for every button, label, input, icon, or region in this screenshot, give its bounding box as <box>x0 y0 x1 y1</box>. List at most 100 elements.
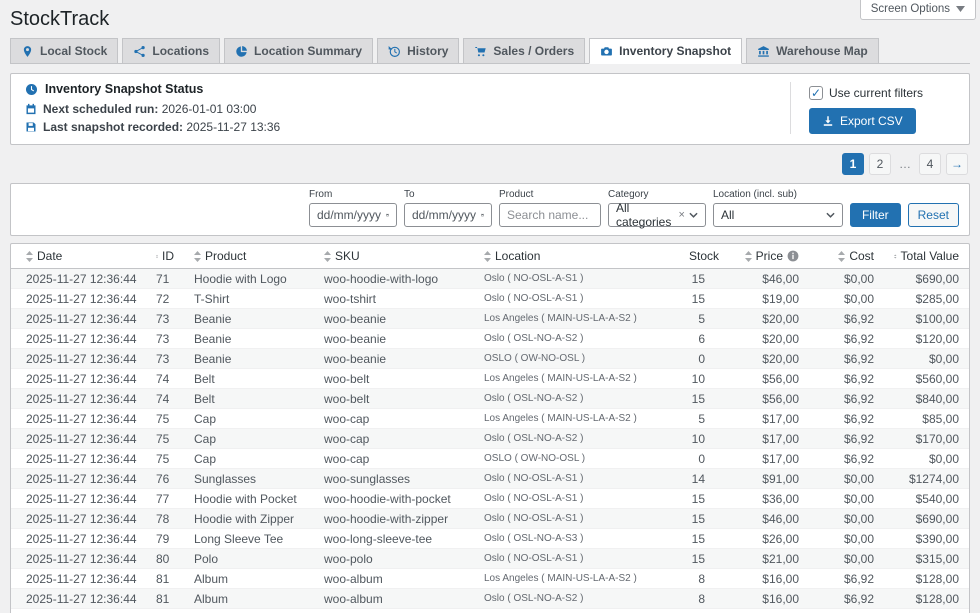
export-csv-button[interactable]: Export CSV <box>809 108 916 134</box>
table-row: 2025-11-27 12:36:4474Beltwoo-beltOslo ( … <box>11 389 969 409</box>
cell-price: $26,00 <box>729 529 809 549</box>
from-date-value: dd/mm/yyyy <box>317 208 381 222</box>
download-icon <box>822 115 834 127</box>
column-header-product[interactable]: Product <box>184 244 314 269</box>
page-button-1[interactable]: 1 <box>842 153 864 175</box>
next-page-button[interactable]: → <box>946 153 968 175</box>
cell-sku: woo-beanie <box>314 329 474 349</box>
sort-icon <box>484 251 491 262</box>
location-select[interactable]: All <box>713 203 843 227</box>
from-date-input[interactable]: dd/mm/yyyy <box>309 203 397 227</box>
product-search-input[interactable] <box>499 203 601 227</box>
tab-location-summary[interactable]: Location Summary <box>224 38 373 64</box>
cell-stock: 14 <box>679 469 729 489</box>
table-row: 2025-11-27 12:36:4472T-Shirtwoo-tshirtOs… <box>11 289 969 309</box>
cell-product: Cap <box>184 429 314 449</box>
page-button-2[interactable]: 2 <box>869 153 891 175</box>
tab-sales-orders[interactable]: Sales / Orders <box>463 38 585 64</box>
snapshot-table: Date ID Product SKU Location Stock Price… <box>11 244 969 613</box>
category-field: Category All categories × <box>608 189 706 227</box>
cell-location: Oslo ( OSL-NO-A-S2 ) <box>474 389 679 409</box>
cell-total: $0,00 <box>884 449 969 469</box>
tab-label: Locations <box>152 44 209 58</box>
snapshot-status-panel: Inventory Snapshot Status Next scheduled… <box>10 73 970 145</box>
column-header-location[interactable]: Location <box>474 244 679 269</box>
cell-cost: $6,92 <box>809 589 884 609</box>
export-section: Use current filters Export CSV <box>790 82 955 134</box>
column-header-id[interactable]: ID <box>146 244 184 269</box>
column-header-cost[interactable]: Cost <box>809 244 884 269</box>
category-select[interactable]: All categories × <box>608 203 706 227</box>
tab-locations[interactable]: Locations <box>122 38 220 64</box>
cell-sku: woo-hoodie-blue-logo <box>314 609 474 613</box>
tab-local-stock[interactable]: Local Stock <box>10 38 118 64</box>
cell-sku: woo-long-sleeve-tee <box>314 529 474 549</box>
table-row: 2025-11-27 12:36:4480Polowoo-poloOslo ( … <box>11 549 969 569</box>
cell-date: 2025-11-27 12:36:44 <box>11 509 146 529</box>
cell-price: $17,00 <box>729 409 809 429</box>
cell-price: $16,00 <box>729 569 809 589</box>
cell-id: 75 <box>146 409 184 429</box>
tab-warehouse-map[interactable]: Warehouse Map <box>746 38 879 64</box>
column-header-sku[interactable]: SKU <box>314 244 474 269</box>
to-date-input[interactable]: dd/mm/yyyy <box>404 203 492 227</box>
tab-inventory-snapshot[interactable]: Inventory Snapshot <box>589 38 742 64</box>
cell-total: $560,00 <box>884 369 969 389</box>
next-run-value: 2026-01-01 03:00 <box>162 102 257 116</box>
cell-total: $120,00 <box>884 329 969 349</box>
cell-date: 2025-11-27 12:36:44 <box>11 469 146 489</box>
cell-price: $91,00 <box>729 469 809 489</box>
use-current-filters-checkbox[interactable] <box>809 86 823 100</box>
cell-price: $16,00 <box>729 589 809 609</box>
price-info-icon[interactable] <box>787 250 799 262</box>
cell-total: $100,00 <box>884 309 969 329</box>
tab-history[interactable]: History <box>377 38 459 64</box>
cell-stock: 15 <box>679 269 729 289</box>
cell-sku: woo-cap <box>314 429 474 449</box>
cell-cost: $6,92 <box>809 429 884 449</box>
cell-id: 78 <box>146 509 184 529</box>
cell-location: OSLO ( OW-NO-OSL ) <box>474 349 679 369</box>
screen-options-button[interactable]: Screen Options <box>860 0 976 20</box>
column-header-total-value[interactable]: Total Value <box>884 244 969 269</box>
table-row: 2025-11-27 12:36:4481Albumwoo-albumOslo … <box>11 589 969 609</box>
cell-date: 2025-11-27 12:36:44 <box>11 529 146 549</box>
from-label: From <box>309 189 397 200</box>
cell-location: Oslo ( NO-OSL-A-S1 ) <box>474 549 679 569</box>
cell-total: $690,00 <box>884 269 969 289</box>
next-run-label: Next scheduled run: <box>43 102 158 116</box>
use-current-filters-row[interactable]: Use current filters <box>809 86 923 100</box>
cell-id: 80 <box>146 549 184 569</box>
cell-date: 2025-11-27 12:36:44 <box>11 549 146 569</box>
chevron-down-icon <box>826 212 835 218</box>
cell-product: Album <box>184 569 314 589</box>
cell-location: Los Angeles ( MAIN-US-LA-A-S2 ) <box>474 369 679 389</box>
category-value: All categories <box>616 201 674 229</box>
cell-sku: woo-hoodie-with-pocket <box>314 489 474 509</box>
tab-bar: Local Stock Locations Location Summary H… <box>10 38 970 64</box>
cell-total: $840,00 <box>884 389 969 409</box>
cell-sku: woo-tshirt <box>314 289 474 309</box>
filter-button[interactable]: Filter <box>850 203 901 227</box>
cell-id: 76 <box>146 469 184 489</box>
page-button-4[interactable]: 4 <box>919 153 941 175</box>
to-label: To <box>404 189 492 200</box>
column-header-price[interactable]: Price <box>729 244 809 269</box>
reset-button[interactable]: Reset <box>908 203 959 227</box>
status-title-row: Inventory Snapshot Status <box>25 82 280 96</box>
cell-cost: $17,12 <box>809 609 884 613</box>
cell-product: Hoodie with Pocket <box>184 489 314 509</box>
cell-cost: $0,00 <box>809 529 884 549</box>
column-header-date[interactable]: Date <box>11 244 146 269</box>
cell-product: Album <box>184 589 314 609</box>
column-header-stock[interactable]: Stock <box>679 244 729 269</box>
clear-icon[interactable]: × <box>679 209 685 221</box>
product-field: Product <box>499 189 601 227</box>
cell-product: Beanie <box>184 329 314 349</box>
cell-stock: 0 <box>679 349 729 369</box>
cell-location: Oslo ( NO-OSL-A-S1 ) <box>474 269 679 289</box>
cell-id: 81 <box>146 569 184 589</box>
cell-stock: 5 <box>679 409 729 429</box>
location-value: All <box>721 208 734 222</box>
cell-sku: woo-cap <box>314 409 474 429</box>
